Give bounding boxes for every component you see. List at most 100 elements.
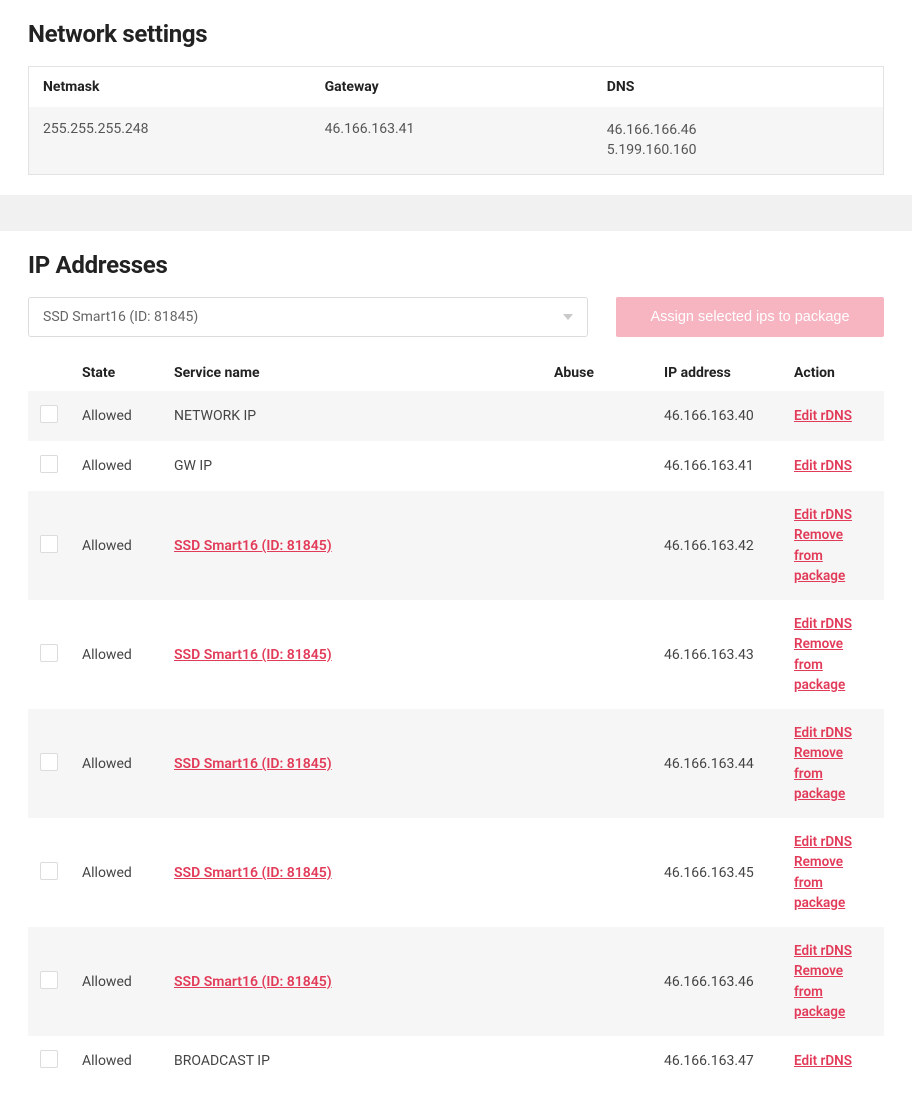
row-actions: Edit rDNSRemove from package [782, 927, 884, 1036]
network-settings-title: Network settings [28, 20, 884, 48]
row-abuse [542, 600, 652, 709]
row-service: BROADCAST IP [162, 1036, 542, 1086]
row-actions: Edit rDNS [782, 1036, 884, 1086]
table-row: Allowed BROADCAST IP 46.166.163.47 Edit rDN… [28, 1036, 884, 1086]
service-link[interactable]: SSD Smart16 (ID: 81845) [174, 538, 332, 554]
service-text: GW IP [174, 458, 212, 474]
row-ip: 46.166.163.43 [652, 600, 782, 709]
row-ip: 46.166.163.42 [652, 491, 782, 600]
edit-rdns-link[interactable]: Edit rDNS [794, 505, 872, 525]
row-service: SSD Smart16 (ID: 81845) [162, 491, 542, 600]
service-text: BROADCAST IP [174, 1053, 270, 1069]
row-abuse [542, 441, 652, 491]
section-divider [0, 195, 912, 231]
row-state: Allowed [70, 818, 162, 927]
checkbox-header [28, 355, 70, 391]
row-state: Allowed [70, 927, 162, 1036]
row-actions: Edit rDNS [782, 441, 884, 491]
row-service: SSD Smart16 (ID: 81845) [162, 927, 542, 1036]
ip-addresses-table: State Service name Abuse IP address Acti… [28, 355, 884, 1086]
package-select[interactable]: SSD Smart16 (ID: 81845) [28, 297, 588, 337]
edit-rdns-link[interactable]: Edit rDNS [794, 832, 872, 852]
remove-from-package-link[interactable]: Remove from package [794, 525, 872, 586]
gateway-header: Gateway [311, 67, 593, 108]
row-state: Allowed [70, 441, 162, 491]
row-ip: 46.166.163.40 [652, 391, 782, 441]
ipaddr-header: IP address [652, 355, 782, 391]
row-state: Allowed [70, 491, 162, 600]
row-ip: 46.166.163.41 [652, 441, 782, 491]
remove-from-package-link[interactable]: Remove from package [794, 961, 872, 1022]
remove-from-package-link[interactable]: Remove from package [794, 852, 872, 913]
row-service: GW IP [162, 441, 542, 491]
row-ip: 46.166.163.46 [652, 927, 782, 1036]
table-row: Allowed SSD Smart16 (ID: 81845) 46.166.163… [28, 709, 884, 818]
row-checkbox[interactable] [40, 455, 58, 473]
edit-rdns-link[interactable]: Edit rDNS [794, 614, 872, 634]
table-row: Allowed NETWORK IP 46.166.163.40 Edit rDNS [28, 391, 884, 441]
row-abuse [542, 818, 652, 927]
row-state: Allowed [70, 600, 162, 709]
remove-from-package-link[interactable]: Remove from package [794, 634, 872, 695]
dns-value-2: 5.199.160.160 [607, 141, 869, 161]
row-abuse [542, 491, 652, 600]
row-checkbox[interactable] [40, 405, 58, 423]
gateway-value: 46.166.163.41 [311, 107, 593, 175]
row-abuse [542, 709, 652, 818]
edit-rdns-link[interactable]: Edit rDNS [794, 456, 872, 476]
row-state: Allowed [70, 709, 162, 818]
remove-from-package-link[interactable]: Remove from package [794, 743, 872, 804]
row-actions: Edit rDNSRemove from package [782, 818, 884, 927]
state-header: State [70, 355, 162, 391]
row-checkbox[interactable] [40, 753, 58, 771]
row-checkbox[interactable] [40, 971, 58, 989]
row-state: Allowed [70, 1036, 162, 1086]
service-link[interactable]: SSD Smart16 (ID: 81845) [174, 756, 332, 772]
edit-rdns-link[interactable]: Edit rDNS [794, 723, 872, 743]
ip-controls-row: SSD Smart16 (ID: 81845) Assign selected … [28, 297, 884, 337]
row-abuse [542, 391, 652, 441]
package-select-value: SSD Smart16 (ID: 81845) [43, 309, 198, 325]
assign-button[interactable]: Assign selected ips to package [616, 297, 884, 337]
row-service: SSD Smart16 (ID: 81845) [162, 818, 542, 927]
action-header: Action [782, 355, 884, 391]
row-checkbox[interactable] [40, 644, 58, 662]
abuse-header: Abuse [542, 355, 652, 391]
table-row: Allowed SSD Smart16 (ID: 81845) 46.166.163… [28, 927, 884, 1036]
row-actions: Edit rDNSRemove from package [782, 491, 884, 600]
row-ip: 46.166.163.47 [652, 1036, 782, 1086]
row-ip: 46.166.163.45 [652, 818, 782, 927]
service-link[interactable]: SSD Smart16 (ID: 81845) [174, 974, 332, 990]
edit-rdns-link[interactable]: Edit rDNS [794, 1051, 872, 1071]
network-values-row: 255.255.255.248 46.166.163.41 46.166.166… [29, 107, 884, 175]
dns-header: DNS [593, 67, 884, 108]
service-header: Service name [162, 355, 542, 391]
row-abuse [542, 1036, 652, 1086]
row-actions: Edit rDNS [782, 391, 884, 441]
service-link[interactable]: SSD Smart16 (ID: 81845) [174, 647, 332, 663]
ip-addresses-section: IP Addresses SSD Smart16 (ID: 81845) Ass… [0, 231, 912, 1106]
row-service: NETWORK IP [162, 391, 542, 441]
netmask-value: 255.255.255.248 [29, 107, 311, 175]
table-row: Allowed SSD Smart16 (ID: 81845) 46.166.163… [28, 600, 884, 709]
row-state: Allowed [70, 391, 162, 441]
row-actions: Edit rDNSRemove from package [782, 600, 884, 709]
dns-value-1: 46.166.166.46 [607, 121, 869, 141]
row-checkbox[interactable] [40, 535, 58, 553]
row-actions: Edit rDNSRemove from package [782, 709, 884, 818]
row-checkbox[interactable] [40, 1050, 58, 1068]
edit-rdns-link[interactable]: Edit rDNS [794, 406, 872, 426]
table-row: Allowed SSD Smart16 (ID: 81845) 46.166.163… [28, 818, 884, 927]
ip-addresses-title: IP Addresses [28, 251, 884, 279]
network-settings-table: Netmask Gateway DNS 255.255.255.248 46.1… [28, 66, 884, 175]
network-settings-section: Network settings Netmask Gateway DNS 255… [0, 0, 912, 195]
service-text: NETWORK IP [174, 408, 256, 424]
chevron-down-icon [563, 314, 573, 320]
row-ip: 46.166.163.44 [652, 709, 782, 818]
service-link[interactable]: SSD Smart16 (ID: 81845) [174, 865, 332, 881]
row-checkbox[interactable] [40, 862, 58, 880]
netmask-header: Netmask [29, 67, 311, 108]
edit-rdns-link[interactable]: Edit rDNS [794, 941, 872, 961]
table-row: Allowed SSD Smart16 (ID: 81845) 46.166.163… [28, 491, 884, 600]
row-service: SSD Smart16 (ID: 81845) [162, 709, 542, 818]
